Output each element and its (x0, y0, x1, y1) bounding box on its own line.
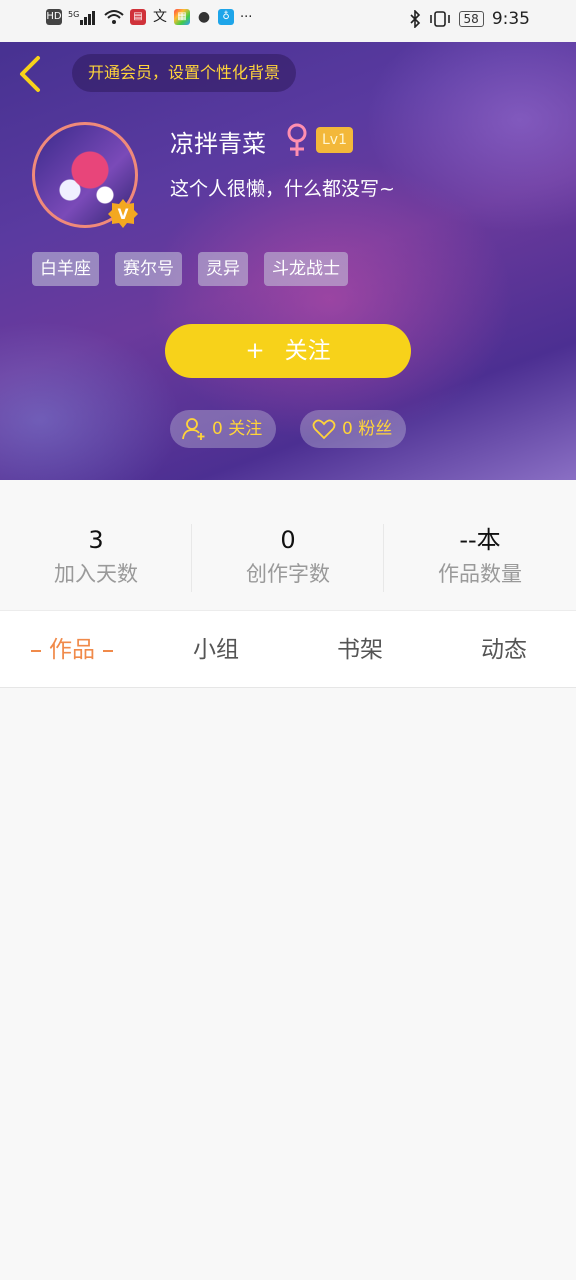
lightbulb-icon: ♁ (218, 9, 234, 25)
stat-label: 创作字数 (246, 562, 330, 586)
translate-icon: 文 (153, 9, 167, 25)
bluetooth-icon (409, 10, 420, 28)
signal-icon: 5G (68, 10, 95, 25)
battery-indicator: 58 (458, 11, 484, 27)
back-button[interactable] (14, 54, 50, 94)
tab-label: 小组 (193, 637, 239, 663)
user-stats: 3 加入天数 0 创作字数 --本 作品数量 (0, 480, 576, 610)
verified-badge: V (108, 198, 138, 228)
more-dots-icon: ··· (240, 9, 253, 25)
user-add-icon (182, 418, 205, 440)
stat-value: --本 (459, 526, 501, 554)
vip-background-promo[interactable]: 开通会员，设置个性化背景 (72, 54, 297, 92)
tag-item[interactable]: 白羊座 (32, 252, 99, 286)
stat-word-count: 0 创作字数 (192, 524, 384, 588)
clock: 9:35 (491, 9, 530, 29)
fans-count-label: 0 粉丝 (342, 419, 393, 439)
verified-v-icon: V (108, 199, 138, 228)
interest-tags: 白羊座 赛尔号 灵异 斗龙战士 (32, 252, 348, 286)
chat-icon: ● (197, 9, 211, 25)
svg-text:5G: 5G (68, 10, 79, 19)
tab-bookshelf[interactable]: 书架 (288, 611, 432, 689)
svg-text:V: V (118, 207, 129, 223)
tag-item[interactable]: 灵异 (198, 252, 248, 286)
stat-join-days: 3 加入天数 (0, 524, 192, 588)
fans-count-button[interactable]: 0 粉丝 (300, 410, 406, 448)
status-bar: HD 5G ▤ 文 ▦ ● ♁ ··· 58 9:35 (0, 0, 576, 42)
username: 凉拌青菜 (170, 130, 266, 158)
active-dash-left (31, 649, 41, 652)
wifi-icon (104, 10, 124, 24)
follow-button[interactable]: + 关注 (165, 324, 411, 378)
following-count-label: 0 关注 (212, 419, 263, 439)
stat-works-count: --本 作品数量 (384, 524, 576, 588)
stat-label: 作品数量 (438, 562, 522, 586)
profile-tabs: 作品 小组 书架 动态 (0, 610, 576, 688)
plus-icon: + (245, 338, 265, 364)
tab-label: 书架 (337, 637, 383, 663)
level-badge: Lv1 (316, 127, 353, 153)
chevron-left-icon (20, 56, 40, 92)
status-left-icons: HD 5G ▤ 文 ▦ ● ♁ ··· (46, 9, 252, 25)
heart-icon (312, 419, 336, 440)
stat-value: 0 (280, 526, 296, 554)
active-dash-right (103, 649, 113, 652)
app-icon: ▦ (174, 9, 190, 25)
female-icon (287, 123, 307, 156)
book-app-icon: ▤ (130, 9, 146, 25)
tab-activity[interactable]: 动态 (432, 611, 576, 689)
user-bio: 这个人很懒，什么都没写~ (170, 178, 395, 200)
tag-item[interactable]: 赛尔号 (115, 252, 182, 286)
tab-groups[interactable]: 小组 (144, 611, 288, 689)
follow-label: 关注 (284, 338, 331, 364)
stat-label: 加入天数 (54, 562, 138, 586)
tab-content-area (0, 688, 576, 1280)
hd-icon: HD (46, 9, 62, 25)
tag-item[interactable]: 斗龙战士 (264, 252, 348, 286)
status-right: 58 9:35 (409, 9, 530, 29)
tab-works[interactable]: 作品 (0, 611, 144, 689)
vibrate-icon (429, 11, 450, 27)
tab-label: 动态 (481, 637, 527, 663)
stat-value: 3 (88, 526, 104, 554)
tab-label: 作品 (49, 637, 95, 663)
following-count-button[interactable]: 0 关注 (170, 410, 276, 448)
